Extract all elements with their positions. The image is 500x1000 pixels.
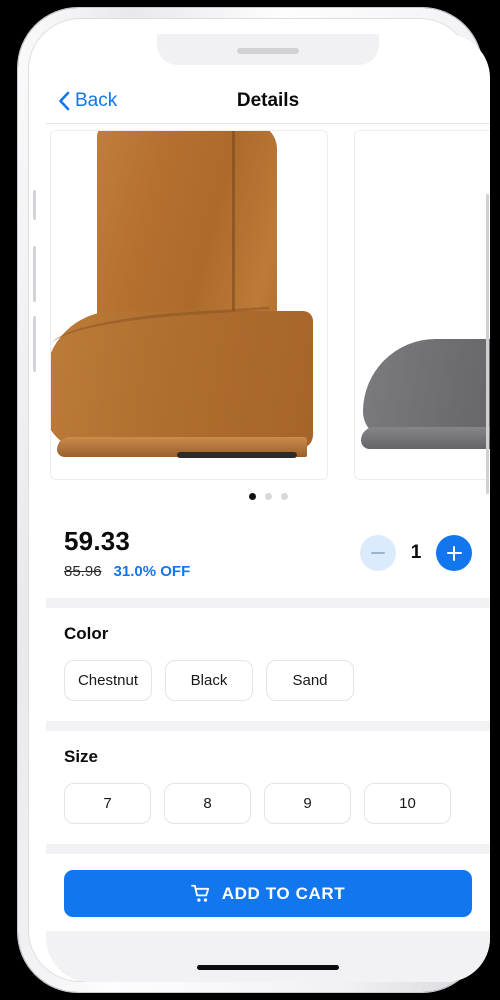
- chevron-left-icon: [59, 91, 70, 110]
- phone-screen: Back Details 59.33 85.96 31.0% OFF 1 Col…: [46, 34, 490, 982]
- discount-badge: 31.0% OFF: [113, 563, 191, 580]
- vertical-scrollbar[interactable]: [486, 194, 489, 494]
- carousel-dot[interactable]: [264, 493, 272, 500]
- phone-notch: [157, 34, 379, 65]
- size-option-7[interactable]: 7: [64, 783, 151, 824]
- color-options[interactable]: Chestnut Black Sand: [64, 660, 472, 701]
- silent-switch[interactable]: [33, 190, 36, 220]
- product-detail-scroll[interactable]: 59.33 85.96 31.0% OFF 1 Color Chestnut B…: [46, 124, 490, 982]
- volume-up-button[interactable]: [33, 246, 36, 302]
- home-indicator[interactable]: [197, 965, 339, 970]
- product-image-card[interactable]: [50, 130, 328, 480]
- back-button-label: Back: [75, 89, 118, 111]
- size-option-8[interactable]: 8: [164, 783, 251, 824]
- carousel-dot[interactable]: [280, 493, 288, 500]
- carousel-track[interactable]: [46, 130, 490, 480]
- quantity-value: 1: [410, 542, 422, 563]
- navigation-bar: Back Details: [46, 78, 490, 124]
- size-section: Size 7 8 9 10: [46, 731, 490, 844]
- phone-device-frame: Back Details 59.33 85.96 31.0% OFF 1 Col…: [18, 8, 490, 992]
- price-secondary-row: 85.96 31.0% OFF: [64, 563, 190, 580]
- size-options[interactable]: 7 8 9 10: [64, 783, 472, 824]
- color-option-sand[interactable]: Sand: [266, 660, 354, 701]
- color-panel: Color Chestnut Black Sand: [46, 608, 490, 721]
- size-section-title: Size: [64, 747, 99, 766]
- product-image-card[interactable]: [354, 130, 490, 480]
- section-divider: [46, 844, 490, 854]
- size-panel: Size 7 8 9 10: [46, 731, 490, 844]
- color-option-chestnut[interactable]: Chestnut: [64, 660, 152, 701]
- section-divider: [46, 721, 490, 731]
- original-price: 85.96: [64, 563, 102, 580]
- color-section: Color Chestnut Black Sand: [46, 608, 490, 721]
- plus-icon-vertical: [453, 545, 455, 561]
- size-option-10[interactable]: 10: [364, 783, 451, 824]
- add-to-cart-button[interactable]: ADD TO CART: [64, 870, 472, 917]
- carousel-page-dots[interactable]: [46, 480, 490, 512]
- quantity-stepper[interactable]: 1: [360, 535, 472, 571]
- product-image-grey: [355, 131, 490, 479]
- volume-down-button[interactable]: [33, 316, 36, 372]
- price-row: 59.33 85.96 31.0% OFF 1: [46, 512, 490, 598]
- color-section-title: Color: [64, 624, 109, 643]
- quantity-decrease-button[interactable]: [360, 535, 396, 571]
- back-button[interactable]: Back: [58, 90, 117, 112]
- quantity-increase-button[interactable]: [436, 535, 472, 571]
- cart-panel: ADD TO CART: [46, 854, 490, 931]
- color-option-black[interactable]: Black: [165, 660, 253, 701]
- minus-icon: [371, 552, 385, 554]
- section-divider: [46, 598, 490, 608]
- earpiece-speaker: [237, 48, 299, 54]
- product-image-carousel[interactable]: [46, 124, 490, 512]
- price-block: 59.33 85.96 31.0% OFF: [64, 526, 190, 580]
- carousel-dot[interactable]: [248, 493, 256, 500]
- shopping-cart-icon: [190, 884, 209, 902]
- add-to-cart-label: ADD TO CART: [221, 883, 346, 903]
- price-panel: 59.33 85.96 31.0% OFF 1: [46, 512, 490, 598]
- product-image-chestnut: [51, 131, 327, 479]
- current-price: 59.33: [64, 526, 131, 556]
- size-option-9[interactable]: 9: [264, 783, 351, 824]
